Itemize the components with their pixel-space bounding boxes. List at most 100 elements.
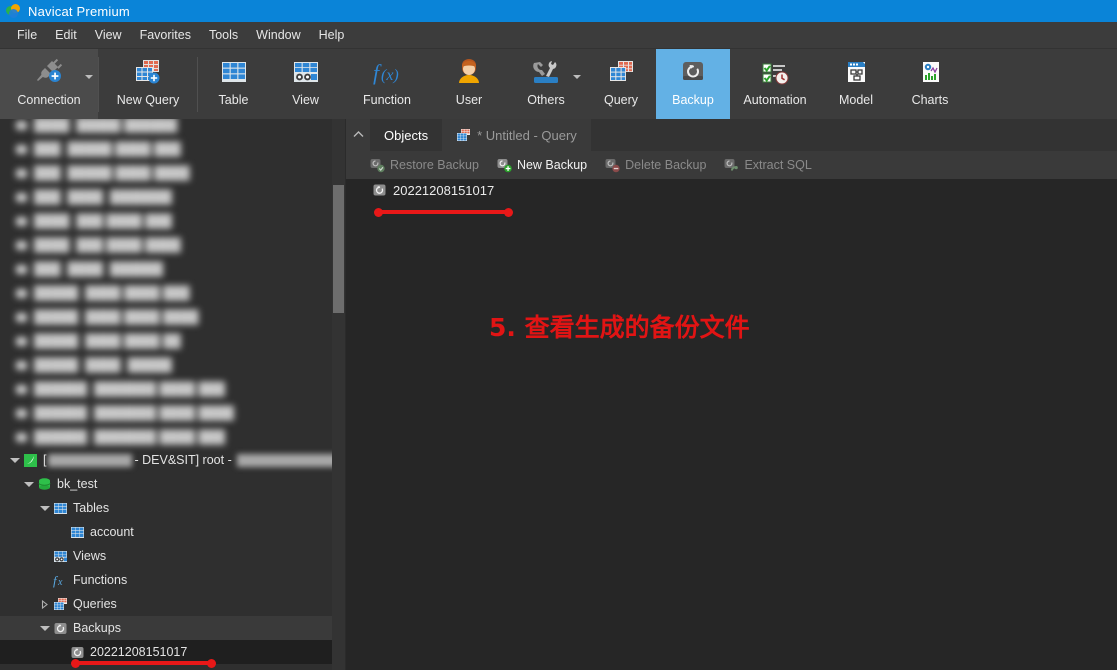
queries-icon xyxy=(53,597,68,612)
backups-icon xyxy=(53,621,68,636)
expand-collapse-icon[interactable] xyxy=(8,454,21,467)
extract-sql-button[interactable]: Extract SQL xyxy=(716,155,819,176)
toolbar-button-connection[interactable]: Connection xyxy=(0,49,98,120)
menu-item-help[interactable]: Help xyxy=(310,25,354,45)
tree-item-queries[interactable]: Queries xyxy=(0,592,345,616)
tree-item-functions[interactable]: fx Functions xyxy=(0,568,345,592)
tree-item-backups[interactable]: Backups xyxy=(0,616,345,640)
list-item[interactable]: █████ ████ ████ ██ xyxy=(0,329,332,353)
expand-collapse-icon[interactable] xyxy=(38,598,51,611)
generic-item-icon xyxy=(14,406,29,421)
redacted-connection-list: ████ █████ ██████ ███ █████ ████ ███ ███… xyxy=(0,119,332,449)
tree-item-table-account[interactable]: account xyxy=(0,520,345,544)
toolbar-button-charts[interactable]: Charts xyxy=(892,49,968,120)
connection-sidebar[interactable]: ████ █████ ██████ ███ █████ ████ ███ ███… xyxy=(0,119,345,670)
backup-file-icon xyxy=(372,183,387,198)
list-item[interactable]: ███ █████ ████ ████ xyxy=(0,161,332,185)
database-tree[interactable]: [ - DEV&SIT] root - bk_test Tables accou… xyxy=(0,448,345,670)
chevron-down-icon[interactable] xyxy=(85,75,93,79)
workspace: ████ █████ ██████ ███ █████ ████ ███ ███… xyxy=(0,119,1117,670)
tree-item-label: 20221208151017 xyxy=(90,645,188,659)
toolbar-label-connection: Connection xyxy=(17,93,81,107)
toolbar-label-backup: Backup xyxy=(672,93,714,107)
menu-item-file[interactable]: File xyxy=(8,25,46,45)
svg-text:(x): (x) xyxy=(381,67,399,84)
tree-item-database-bk_test[interactable]: bk_test xyxy=(0,472,345,496)
toolbar-label-query: Query xyxy=(603,93,639,107)
toolbar-label-user: User xyxy=(455,93,483,107)
object-pane: Objects * Untitled - Query Restore Backu… xyxy=(346,119,1117,670)
user-icon xyxy=(454,55,484,89)
expand-collapse-icon[interactable] xyxy=(38,502,51,515)
toolbar-label: New Backup xyxy=(516,158,588,172)
tab-bar-filler xyxy=(590,119,1117,151)
list-item[interactable]: ███ █████ ████ ███ xyxy=(0,137,332,161)
toolbar-button-others[interactable]: Others xyxy=(506,49,586,120)
backup-object-list[interactable]: 20221208151017 xyxy=(346,179,1117,670)
sidebar-scrollbar[interactable] xyxy=(332,119,345,670)
toolbar-button-automation[interactable]: Automation xyxy=(730,49,820,120)
generic-item-icon xyxy=(14,262,29,277)
tab-objects[interactable]: Objects xyxy=(370,119,443,151)
restore-backup-button[interactable]: Restore Backup xyxy=(362,155,487,176)
menu-item-edit[interactable]: Edit xyxy=(46,25,86,45)
list-item[interactable]: ████ ███ ████ ███ xyxy=(0,209,332,233)
toolbar-label-automation: Automation xyxy=(743,93,807,107)
toolbar-label-view: View xyxy=(292,93,319,107)
menu-bar: File Edit View Favorites Tools Window He… xyxy=(0,22,1117,49)
list-item[interactable]: ███ ████ ███████ xyxy=(0,185,332,209)
tree-item-tables[interactable]: Tables xyxy=(0,496,345,520)
toolbar-button-model[interactable]: Model xyxy=(820,49,892,120)
views-icon xyxy=(53,549,68,564)
list-item[interactable]: █████ ████ ████ ███ xyxy=(0,281,332,305)
list-item[interactable]: ███ ████ ██████ xyxy=(0,257,332,281)
menu-item-tools[interactable]: Tools xyxy=(200,25,247,45)
navicat-window: Navicat Premium File Edit View Favorites… xyxy=(0,0,1117,670)
toolbar-button-function[interactable]: f (x) Function xyxy=(342,49,432,120)
new-backup-button[interactable]: New Backup xyxy=(489,155,595,176)
tree-item-connection[interactable]: [ - DEV&SIT] root - xyxy=(0,448,345,472)
new-backup-icon xyxy=(497,158,512,173)
list-item[interactable]: 20221208151017 xyxy=(346,179,1117,201)
toolbar-button-view[interactable]: View xyxy=(269,49,342,120)
list-item[interactable]: █████ ████ ████ ████ xyxy=(0,305,332,329)
list-item[interactable]: █████ ████ █████ xyxy=(0,353,332,377)
generic-item-icon xyxy=(14,358,29,373)
generic-item-icon xyxy=(14,142,29,157)
toolbar-button-backup[interactable]: Backup xyxy=(656,49,730,120)
toolbar-button-user[interactable]: User xyxy=(432,49,506,120)
sidebar-scrollbar-thumb[interactable] xyxy=(333,185,344,313)
list-item[interactable]: ████ █████ ██████ xyxy=(0,119,332,137)
automation-icon xyxy=(758,55,792,89)
menu-item-view[interactable]: View xyxy=(86,25,131,45)
tab-untitled-query[interactable]: * Untitled - Query xyxy=(442,119,591,151)
query-tab-icon xyxy=(456,128,471,143)
tree-item-label: account xyxy=(90,525,134,539)
list-item[interactable]: ████ ███ ████ ████ xyxy=(0,233,332,257)
toolbar-label: Extract SQL xyxy=(744,158,812,172)
delete-backup-button[interactable]: Delete Backup xyxy=(597,155,714,176)
tree-item-label: Backups xyxy=(73,621,121,635)
toolbar-label-new-query: New Query xyxy=(116,93,180,107)
expand-collapse-icon[interactable] xyxy=(22,478,35,491)
toolbar-button-table[interactable]: Table xyxy=(198,49,269,120)
menu-item-favorites[interactable]: Favorites xyxy=(131,25,200,45)
tree-item-views[interactable]: Views xyxy=(0,544,345,568)
toolbar-button-query[interactable]: Query xyxy=(586,49,656,120)
expand-collapse-icon[interactable] xyxy=(38,622,51,635)
menu-item-window[interactable]: Window xyxy=(247,25,309,45)
list-item[interactable]: ██████ ███████ ████ ███ xyxy=(0,425,332,449)
annotation-underline-backup-tree-item xyxy=(71,658,216,668)
chevron-down-icon[interactable] xyxy=(573,75,581,79)
list-item[interactable]: ██████ ███████ ████ ███ xyxy=(0,377,332,401)
backup-icon xyxy=(678,55,708,89)
window-title: Navicat Premium xyxy=(28,3,130,19)
toolbar-button-new-query[interactable]: New Query xyxy=(99,49,197,120)
list-item[interactable]: ██████ ███████ ████ ████ xyxy=(0,401,332,425)
generic-item-icon xyxy=(14,119,29,133)
title-bar: Navicat Premium xyxy=(0,0,1117,22)
table-item-icon xyxy=(70,525,85,540)
collapse-panel-button[interactable] xyxy=(346,119,370,151)
table-icon xyxy=(219,55,249,89)
generic-item-icon xyxy=(14,166,29,181)
